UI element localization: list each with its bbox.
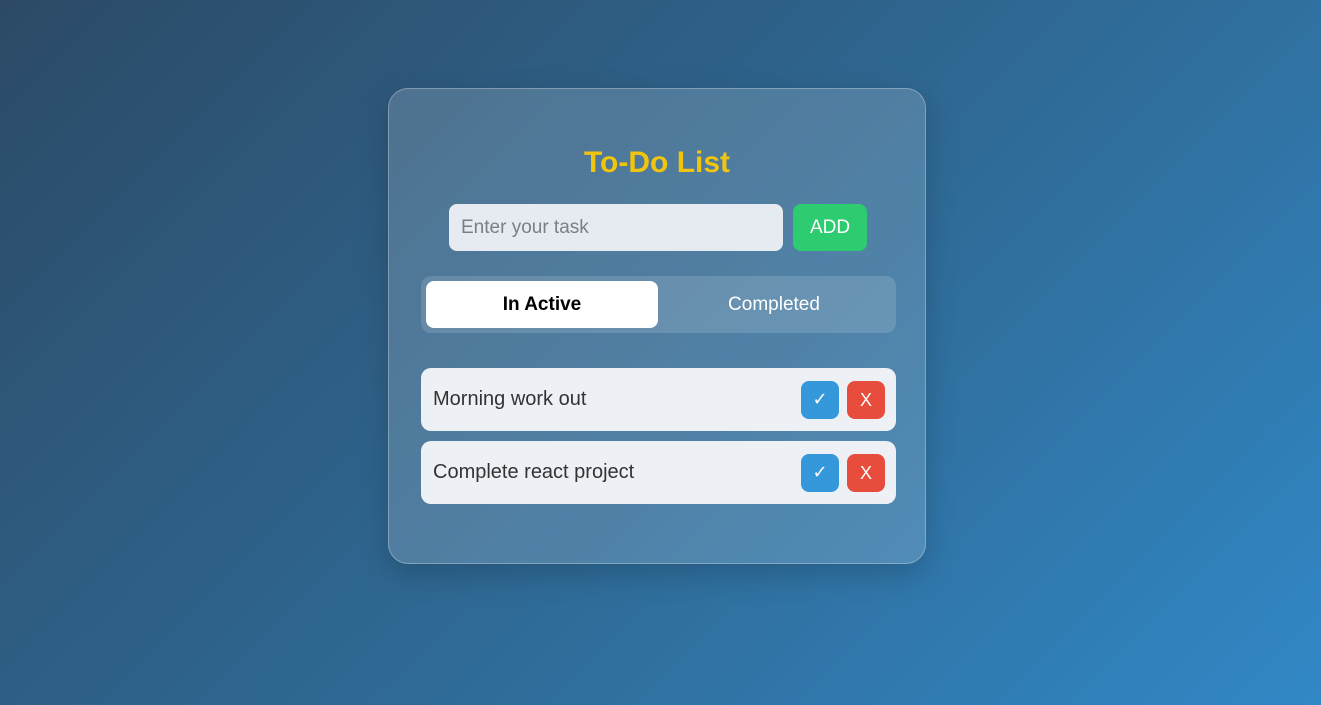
- tab-in-active[interactable]: In Active: [426, 281, 658, 328]
- task-text: Complete react project: [433, 461, 635, 483]
- add-button[interactable]: ADD: [793, 204, 867, 251]
- task-list: Morning work out ✓ X Complete react proj…: [421, 368, 896, 514]
- todo-card: To-Do List ADD In Active Completed Morni…: [388, 88, 926, 564]
- filter-tabs: In Active Completed: [421, 276, 896, 333]
- close-icon: X: [859, 463, 872, 483]
- task-input[interactable]: [449, 204, 783, 251]
- close-icon: X: [859, 390, 872, 410]
- delete-task-button[interactable]: X: [847, 381, 885, 419]
- check-icon: ✓: [812, 462, 828, 483]
- delete-task-button[interactable]: X: [847, 454, 885, 492]
- tab-completed[interactable]: Completed: [658, 281, 890, 328]
- check-icon: ✓: [812, 389, 828, 410]
- complete-task-button[interactable]: ✓: [801, 381, 839, 419]
- task-text: Morning work out: [433, 388, 587, 410]
- task-item: Morning work out ✓ X: [421, 368, 896, 431]
- task-item: Complete react project ✓ X: [421, 441, 896, 504]
- page-title: To-Do List: [583, 146, 731, 179]
- complete-task-button[interactable]: ✓: [801, 454, 839, 492]
